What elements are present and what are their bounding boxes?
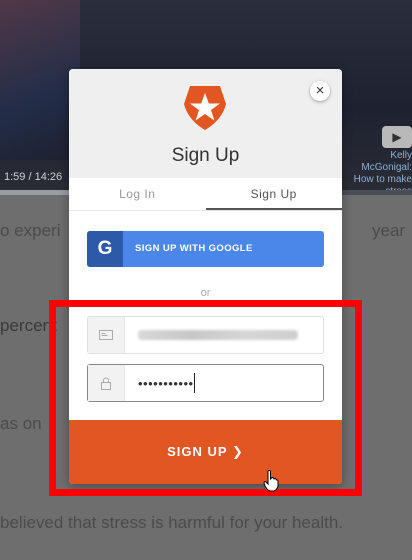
signup-submit-button[interactable]: SIGN UP ❯ (69, 420, 342, 484)
video-time: 1:59 / 14:26 (4, 171, 63, 183)
google-button-label: SIGN UP WITH GOOGLE (135, 243, 253, 254)
password-value: ••••••••••• (138, 376, 194, 391)
lock-icon (88, 365, 125, 401)
auth-tabs: Log In Sign Up (69, 178, 342, 211)
email-field[interactable] (87, 316, 324, 354)
background-text-1: o experi (0, 221, 61, 240)
modal-header: × Sign Up (69, 69, 342, 178)
background-text-3: as on (0, 414, 42, 433)
background-text-2: percent (0, 316, 57, 335)
background-text-1-right: year (372, 221, 406, 240)
background-text-4: believed that stress is harmful for your… (0, 513, 343, 532)
auth0-logo-icon (184, 86, 226, 130)
email-value-redacted (138, 330, 298, 340)
or-separator: or (200, 287, 211, 299)
tab-sign-up[interactable]: Sign Up (205, 178, 342, 210)
text-caret (194, 373, 195, 393)
close-button[interactable]: × (310, 81, 330, 101)
tab-log-in[interactable]: Log In (69, 178, 206, 210)
signup-modal: × Sign Up Log In Sign Up G SIGN UP WITH … (69, 69, 342, 484)
play-icon: ▶ (382, 126, 412, 148)
password-field[interactable]: ••••••••••• (87, 364, 324, 402)
google-icon: G (87, 231, 123, 267)
hand-cursor-icon (263, 470, 279, 492)
envelope-icon (88, 317, 125, 353)
modal-title: Sign Up (171, 145, 240, 166)
google-signup-button[interactable]: G SIGN UP WITH GOOGLE (87, 231, 324, 267)
video-thumbnail (0, 0, 80, 160)
